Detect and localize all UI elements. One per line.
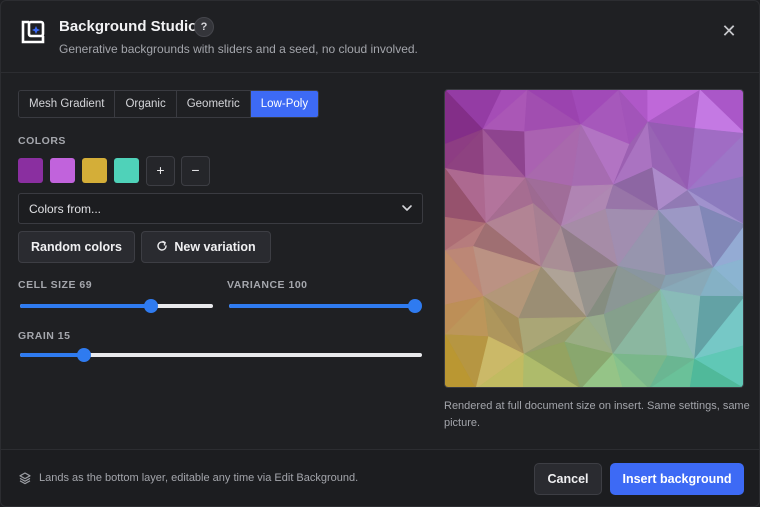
footer-note: Lands as the bottom layer, editable any … [39, 472, 359, 484]
style-tabs: Mesh Gradient Organic Geometric Low-Poly [18, 90, 320, 118]
variance-label: VARIANCE 100 [227, 279, 308, 291]
tab-organic[interactable]: Organic [115, 91, 177, 117]
grain-thumb[interactable] [77, 348, 92, 362]
close-icon[interactable]: ✕ [719, 21, 739, 41]
add-color-button[interactable]: + [146, 156, 175, 186]
random-colors-button[interactable]: Random colors [18, 231, 135, 263]
remove-color-button[interactable]: − [181, 156, 210, 186]
preview-caption: Rendered at full document size on insert… [444, 400, 750, 429]
cancel-button[interactable]: Cancel [534, 463, 602, 495]
dialog-footer: Lands as the bottom layer, editable any … [1, 449, 759, 506]
color-swatch-1[interactable] [18, 158, 43, 183]
help-icon[interactable]: ? [194, 17, 214, 37]
color-swatch-3[interactable] [82, 158, 107, 183]
tab-low-poly[interactable]: Low-Poly [250, 91, 319, 117]
new-variation-button[interactable]: New variation [141, 231, 271, 263]
palette-select-value: Colors from... [29, 202, 102, 216]
dialog-subtitle: Generative backgrounds with sliders and … [59, 42, 418, 56]
grain-slider[interactable] [20, 347, 422, 363]
layers-icon [19, 472, 31, 485]
color-swatch-2[interactable] [50, 158, 75, 183]
color-swatch-4[interactable] [114, 158, 139, 183]
new-variation-label: New variation [174, 240, 256, 254]
cell-size-thumb[interactable] [144, 299, 159, 313]
cell-size-slider[interactable] [20, 298, 213, 314]
dialog-header: Background Studio ? Generative backgroun… [1, 1, 759, 73]
refresh-icon [157, 240, 168, 251]
palette-select[interactable]: Colors from... [18, 193, 423, 224]
grain-label: GRAIN 15 [18, 330, 71, 342]
background-preview [444, 89, 744, 388]
variance-slider[interactable] [229, 298, 422, 314]
tab-geometric[interactable]: Geometric [176, 91, 251, 117]
insert-background-button[interactable]: Insert background [610, 463, 744, 495]
studio-logo-icon [21, 20, 45, 44]
cell-size-label: CELL SIZE 69 [18, 279, 93, 291]
low-poly-preview-image [445, 90, 743, 387]
variance-thumb[interactable] [408, 299, 422, 313]
dialog-title: Background Studio [59, 18, 198, 35]
tab-mesh-gradient[interactable]: Mesh Gradient [19, 91, 116, 117]
background-studio-dialog: Background Studio ? Generative backgroun… [0, 0, 760, 507]
colors-label: COLORS [18, 135, 66, 147]
random-colors-label: Random colors [31, 240, 122, 254]
chevron-down-icon [402, 205, 412, 211]
